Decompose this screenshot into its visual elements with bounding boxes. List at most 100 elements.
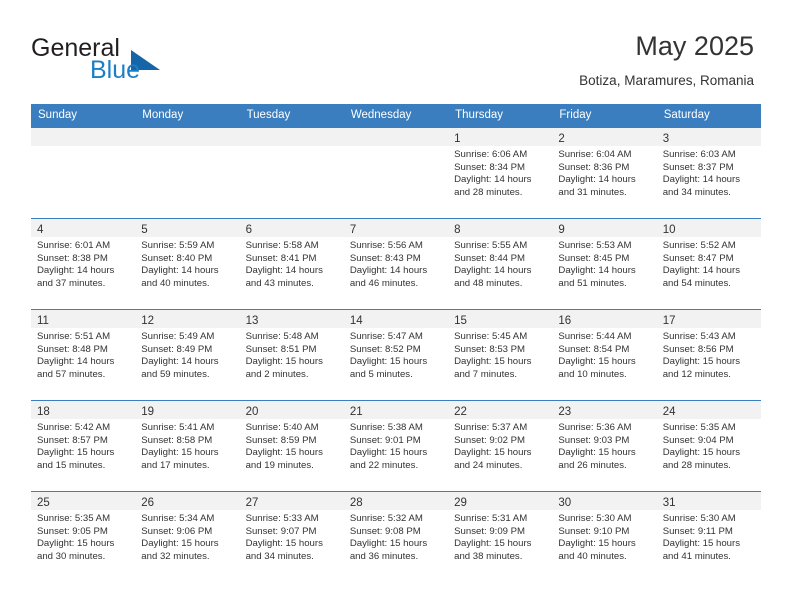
daylight-text: and 40 minutes. bbox=[558, 550, 627, 562]
day-number-bar: 20 bbox=[239, 401, 344, 419]
day-number: 23 bbox=[558, 406, 572, 418]
calendar-day-cell[interactable]: 22 Sunrise: 5:37 AM Sunset: 9:02 PM Dayligh… bbox=[448, 400, 553, 491]
calendar-day-cell[interactable]: 5 Sunrise: 5:59 AM Sunset: 8:40 PM Daylight… bbox=[135, 218, 240, 309]
day-detail-list: Sunrise: 6:01 AM Sunset: 8:38 PM Daylight:… bbox=[31, 237, 135, 290]
calendar-cell-empty bbox=[343, 127, 449, 218]
brand-name-blue: Blue bbox=[90, 56, 141, 84]
calendar-day-cell[interactable]: 23 Sunrise: 5:36 AM Sunset: 9:03 PM Dayligh… bbox=[552, 400, 657, 491]
day-number-bar: 6 bbox=[239, 219, 344, 237]
calendar-cell: 20 Sunrise: 5:40 AM Sunset: 8:59 PM Dayligh… bbox=[239, 400, 344, 491]
day-detail-list bbox=[31, 146, 135, 149]
calendar-day-cell[interactable]: 1 Sunrise: 6:06 AM Sunset: 8:34 PM Daylight… bbox=[448, 127, 553, 218]
sunrise-text: Sunrise: 5:51 AM bbox=[37, 331, 111, 342]
calendar-day-cell[interactable]: 28 Sunrise: 5:32 AM Sunset: 9:08 PM Dayligh… bbox=[343, 491, 449, 582]
daylight-text: and 51 minutes. bbox=[558, 277, 627, 289]
day-number: 15 bbox=[454, 315, 467, 327]
day-number: 11 bbox=[37, 315, 49, 327]
sunset-text: Sunset: 8:36 PM bbox=[558, 161, 630, 173]
sunset-text: Sunset: 9:09 PM bbox=[454, 525, 526, 537]
sunset-text: Sunset: 8:49 PM bbox=[141, 343, 213, 355]
calendar-day-cell[interactable]: 8 Sunrise: 5:55 AM Sunset: 8:44 PM Daylight… bbox=[448, 218, 553, 309]
day-number: 12 bbox=[141, 315, 155, 327]
day-number: 17 bbox=[662, 315, 676, 327]
brand-logo[interactable]: General Blue bbox=[31, 36, 261, 92]
sunset-text: Sunset: 8:56 PM bbox=[662, 343, 734, 355]
day-number-bar: 9 bbox=[552, 219, 657, 237]
calendar-day-cell[interactable]: 21 Sunrise: 5:38 AM Sunset: 9:01 PM Dayligh… bbox=[343, 400, 449, 491]
sunrise-text: Sunrise: 5:38 AM bbox=[349, 422, 423, 433]
day-number-bar bbox=[135, 128, 240, 146]
daylight-text: and 30 minutes. bbox=[37, 550, 106, 562]
daylight-text: and 38 minutes. bbox=[454, 550, 523, 562]
calendar-day-cell[interactable]: 2 Sunrise: 6:04 AM Sunset: 8:36 PM Daylight… bbox=[552, 127, 657, 218]
calendar-day-cell[interactable]: 9 Sunrise: 5:53 AM Sunset: 8:45 PM Daylight… bbox=[552, 218, 657, 309]
sunrise-text: Sunrise: 6:06 AM bbox=[454, 149, 528, 160]
daylight-text: and 31 minutes. bbox=[558, 186, 627, 198]
daylight-text: and 37 minutes. bbox=[37, 277, 106, 289]
day-number-bar: 5 bbox=[135, 219, 240, 237]
calendar-header-row: Sunday Monday Tuesday Wednesday Thursday Frid… bbox=[31, 104, 761, 127]
sunrise-text: Sunrise: 5:41 AM bbox=[141, 422, 215, 433]
calendar-day-cell[interactable]: 16 Sunrise: 5:44 AM Sunset: 8:54 PM Dayligh… bbox=[552, 309, 657, 400]
calendar-day-cell[interactable]: 4 Sunrise: 6:01 AM Sunset: 8:38 PM Daylight… bbox=[31, 218, 136, 309]
calendar-day-cell[interactable]: 26 Sunrise: 5:34 AM Sunset: 9:06 PM Dayligh… bbox=[135, 491, 240, 582]
calendar-day-cell[interactable]: 24 Sunrise: 5:35 AM Sunset: 9:04 PM Dayligh… bbox=[656, 400, 761, 491]
day-number-bar: 31 bbox=[656, 492, 761, 510]
daylight-text: and 36 minutes. bbox=[349, 550, 419, 562]
calendar-day-cell[interactable]: 7 Sunrise: 5:56 AM Sunset: 8:43 PM Daylight… bbox=[343, 218, 449, 309]
day-detail-list: Sunrise: 5:43 AM Sunset: 8:56 PM Daylight:… bbox=[657, 328, 761, 381]
calendar-day-cell[interactable]: 3 Sunrise: 6:03 AM Sunset: 8:37 PM Daylight… bbox=[656, 127, 761, 218]
day-detail-list: Sunrise: 5:34 AM Sunset: 9:06 PM Daylight:… bbox=[135, 510, 239, 563]
calendar-day-cell[interactable]: 12 Sunrise: 5:49 AM Sunset: 8:49 PM Dayligh… bbox=[135, 309, 240, 400]
calendar-cell: 9 Sunrise: 5:53 AM Sunset: 8:45 PM Daylight… bbox=[552, 218, 657, 309]
calendar-week-row: 1 Sunrise: 6:06 AM Sunset: 8:34 PM Daylight… bbox=[31, 127, 761, 218]
calendar-day-cell[interactable]: 18 Sunrise: 5:42 AM Sunset: 8:57 PM Dayligh… bbox=[31, 400, 136, 491]
calendar-day-cell[interactable]: 19 Sunrise: 5:41 AM Sunset: 8:58 PM Dayligh… bbox=[135, 400, 240, 491]
day-number: 30 bbox=[558, 497, 572, 509]
day-number-bar: 18 bbox=[31, 401, 136, 419]
weekday-header-monday: Monday bbox=[135, 104, 240, 127]
calendar-day-cell[interactable]: 20 Sunrise: 5:40 AM Sunset: 8:59 PM Dayligh… bbox=[239, 400, 344, 491]
daylight-text: and 2 minutes. bbox=[245, 368, 309, 380]
day-number: 1 bbox=[454, 133, 461, 145]
weekday-header-sunday: Sunday bbox=[31, 104, 136, 127]
day-number-bar: 2 bbox=[552, 128, 657, 146]
day-number-bar: 17 bbox=[656, 310, 761, 328]
sunrise-text: Sunrise: 5:45 AM bbox=[454, 331, 528, 342]
calendar-day-cell[interactable]: 15 Sunrise: 5:45 AM Sunset: 8:53 PM Dayligh… bbox=[448, 309, 553, 400]
daylight-text: Daylight: 14 hours bbox=[454, 174, 532, 186]
calendar-day-cell[interactable]: 17 Sunrise: 5:43 AM Sunset: 8:56 PM Dayligh… bbox=[656, 309, 761, 400]
calendar-day-cell[interactable]: 13 Sunrise: 5:48 AM Sunset: 8:51 PM Dayligh… bbox=[239, 309, 344, 400]
calendar-day-cell[interactable]: 27 Sunrise: 5:33 AM Sunset: 9:07 PM Dayligh… bbox=[239, 491, 344, 582]
sunset-text: Sunset: 9:06 PM bbox=[141, 525, 213, 537]
calendar-cell: 17 Sunrise: 5:43 AM Sunset: 8:56 PM Dayligh… bbox=[656, 309, 761, 400]
day-number-bar: 8 bbox=[448, 219, 553, 237]
sunset-text: Sunset: 9:11 PM bbox=[662, 525, 733, 537]
sunset-text: Sunset: 8:43 PM bbox=[349, 252, 421, 264]
day-number-bar: 12 bbox=[135, 310, 240, 328]
calendar-day-cell[interactable]: 11 Sunrise: 5:51 AM Sunset: 8:48 PM Dayligh… bbox=[31, 309, 136, 400]
daylight-text: Daylight: 14 hours bbox=[141, 356, 219, 368]
day-detail-list bbox=[344, 146, 448, 149]
daylight-text: and 40 minutes. bbox=[141, 277, 210, 289]
calendar-day-cell[interactable]: 29 Sunrise: 5:31 AM Sunset: 9:09 PM Dayligh… bbox=[448, 491, 553, 582]
day-detail-list: Sunrise: 5:59 AM Sunset: 8:40 PM Daylight:… bbox=[135, 237, 239, 290]
calendar-day-cell[interactable]: 25 Sunrise: 5:35 AM Sunset: 9:05 PM Dayligh… bbox=[31, 491, 136, 582]
sunset-text: Sunset: 9:04 PM bbox=[662, 434, 734, 446]
daylight-text: and 28 minutes. bbox=[454, 186, 523, 198]
daylight-text: and 41 minutes. bbox=[662, 550, 731, 562]
day-number-bar: 29 bbox=[448, 492, 553, 510]
calendar-day-cell[interactable]: 14 Sunrise: 5:47 AM Sunset: 8:52 PM Dayligh… bbox=[343, 309, 449, 400]
calendar-day-cell[interactable]: 10 Sunrise: 5:52 AM Sunset: 8:47 PM Dayligh… bbox=[656, 218, 761, 309]
daylight-text: and 22 minutes. bbox=[349, 459, 419, 471]
weekday-header-friday: Friday bbox=[552, 104, 657, 127]
calendar-day-cell[interactable]: 6 Sunrise: 5:58 AM Sunset: 8:41 PM Daylight… bbox=[239, 218, 344, 309]
calendar-cell: 29 Sunrise: 5:31 AM Sunset: 9:09 PM Dayligh… bbox=[448, 491, 553, 582]
day-number: 20 bbox=[245, 406, 259, 418]
calendar-day-cell[interactable]: 30 Sunrise: 5:30 AM Sunset: 9:10 PM Dayligh… bbox=[552, 491, 657, 582]
calendar-day-cell[interactable]: 31 Sunrise: 5:30 AM Sunset: 9:11 PM Dayligh… bbox=[656, 491, 761, 582]
day-detail-list: Sunrise: 5:32 AM Sunset: 9:08 PM Daylight:… bbox=[344, 510, 448, 563]
calendar-cell: 16 Sunrise: 5:44 AM Sunset: 8:54 PM Dayligh… bbox=[552, 309, 657, 400]
day-number: 25 bbox=[37, 497, 50, 509]
sunrise-text: Sunrise: 5:48 AM bbox=[245, 331, 319, 342]
